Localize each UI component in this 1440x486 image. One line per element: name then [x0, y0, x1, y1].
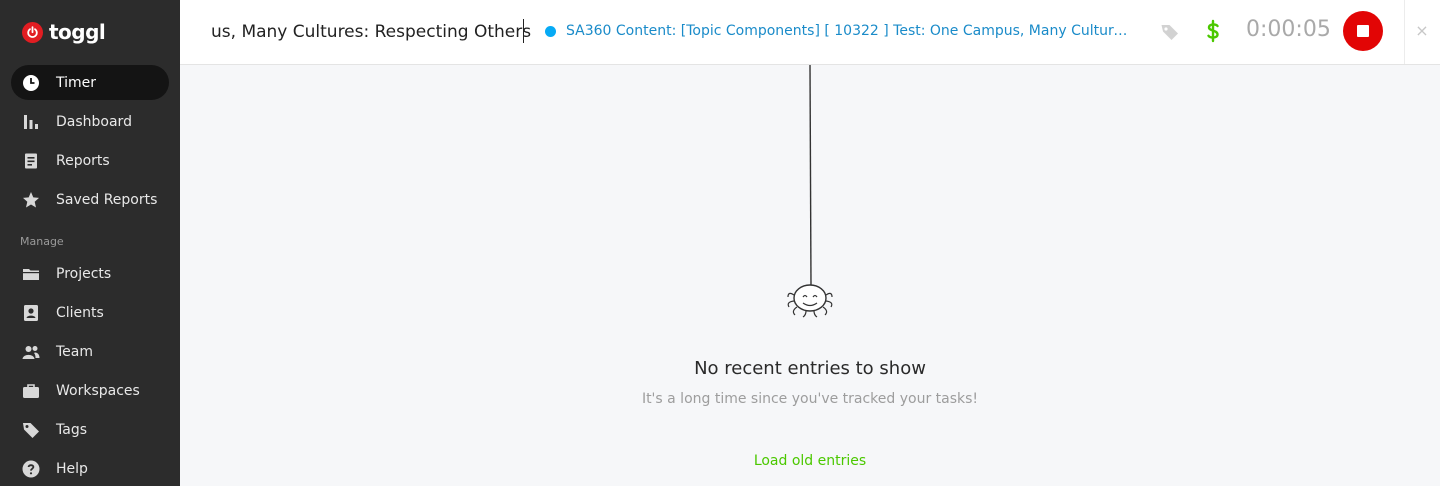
sidebar-item-clients[interactable]: Clients — [11, 295, 169, 330]
sidebar-item-team[interactable]: Team — [11, 334, 169, 369]
clock-icon — [22, 74, 40, 92]
timer-duration[interactable]: 0:00:05 — [1246, 17, 1331, 42]
sidebar: toggl Timer Dashboard Reports Saved Repo… — [0, 0, 180, 486]
sidebar-item-timer[interactable]: Timer — [11, 65, 169, 100]
sidebar-item-label: Tags — [56, 421, 87, 438]
sidebar-item-label: Reports — [56, 152, 110, 169]
sidebar-item-label: Saved Reports — [56, 191, 158, 208]
manage-section-label: Manage — [20, 235, 64, 248]
sidebar-item-saved-reports[interactable]: Saved Reports — [11, 182, 169, 217]
sidebar-item-label: Workspaces — [56, 382, 140, 399]
tag-icon — [22, 421, 40, 439]
sidebar-item-label: Clients — [56, 304, 104, 321]
people-icon — [22, 343, 40, 361]
sidebar-item-reports[interactable]: Reports — [11, 143, 169, 178]
project-selector[interactable]: SA360 Content: [Topic Components] [ 1032… — [545, 20, 1130, 42]
spider-illustration — [770, 64, 850, 325]
divider — [1404, 0, 1405, 64]
timer-bar: SA360 Content: [Topic Components] [ 1032… — [180, 0, 1440, 65]
sidebar-item-label: Dashboard — [56, 113, 132, 130]
billable-toggle[interactable] — [1203, 19, 1223, 43]
load-old-entries-link[interactable]: Load old entries — [700, 453, 920, 469]
contact-card-icon — [22, 304, 40, 322]
tag-button[interactable] — [1160, 22, 1180, 42]
power-icon — [22, 21, 43, 43]
sidebar-item-label: Timer — [56, 74, 97, 91]
tag-icon — [1161, 25, 1178, 40]
discard-button[interactable]: × — [1412, 20, 1432, 42]
sidebar-item-dashboard[interactable]: Dashboard — [11, 104, 169, 139]
star-icon — [22, 191, 40, 209]
sidebar-item-tags[interactable]: Tags — [11, 412, 169, 447]
sidebar-item-projects[interactable]: Projects — [11, 256, 169, 291]
text-caret — [523, 19, 524, 43]
help-icon — [22, 460, 40, 478]
sidebar-item-label: Help — [56, 460, 88, 477]
briefcase-icon — [22, 382, 40, 400]
empty-state-subtitle: It's a long time since you've tracked yo… — [641, 391, 979, 407]
project-name: SA360 Content: [Topic Components] [ 1032… — [566, 23, 1130, 39]
dollar-icon — [1207, 19, 1219, 43]
project-color-dot — [545, 25, 556, 37]
sidebar-item-workspaces[interactable]: Workspaces — [11, 373, 169, 408]
sidebar-item-help[interactable]: Help — [11, 451, 169, 486]
sidebar-item-label: Projects — [56, 265, 112, 282]
bar-chart-icon — [22, 113, 40, 131]
description-input[interactable] — [211, 18, 531, 46]
sidebar-item-label: Team — [56, 343, 94, 360]
brand-name: toggl — [49, 20, 106, 44]
empty-state-title: No recent entries to show — [694, 358, 926, 379]
stop-timer-button[interactable] — [1343, 11, 1383, 51]
folder-icon — [22, 265, 40, 283]
stop-icon — [1357, 25, 1369, 37]
document-icon — [22, 152, 40, 170]
toggl-logo[interactable]: toggl — [22, 19, 106, 45]
